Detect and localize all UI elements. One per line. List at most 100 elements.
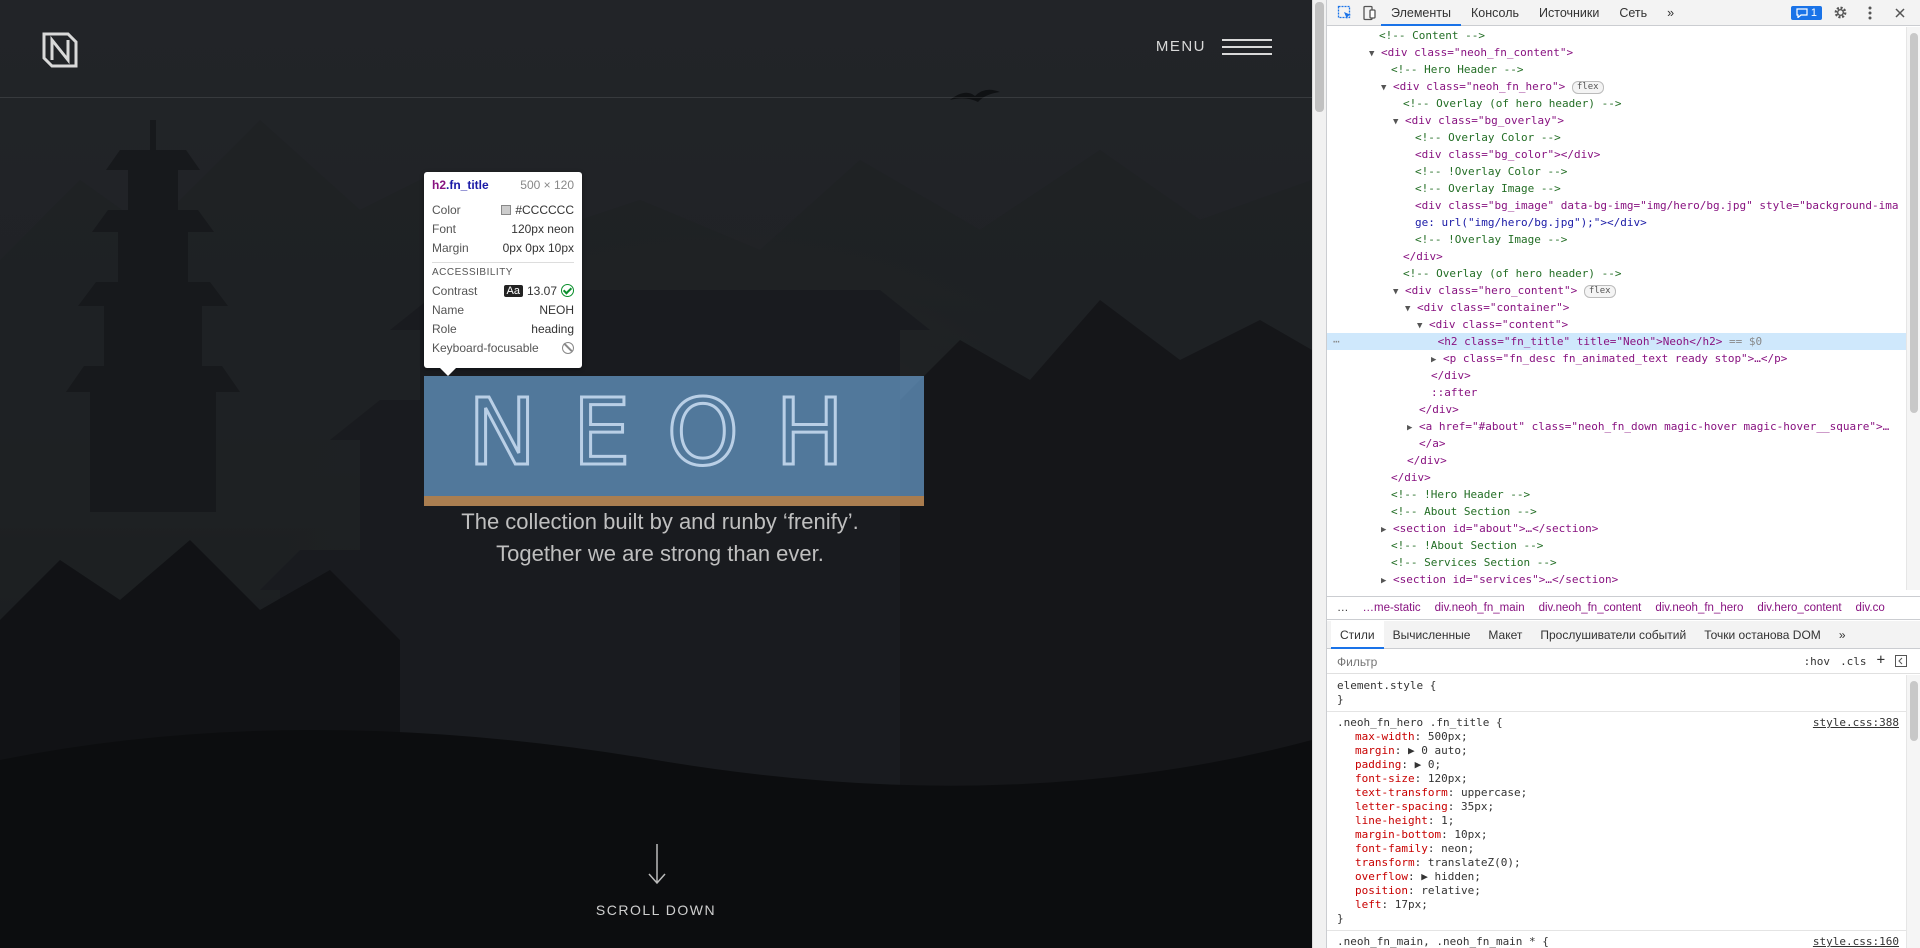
device-toolbar-icon[interactable]: [1357, 2, 1381, 24]
dom-line[interactable]: ::after: [1327, 384, 1907, 401]
breadcrumb-item[interactable]: div.neoh_fn_hero: [1655, 602, 1743, 614]
css-property[interactable]: letter-spacing: 35px;: [1327, 800, 1907, 814]
style-rule-selector[interactable]: .neoh_fn_hero .fn_title { style.css:388: [1327, 716, 1907, 730]
css-property[interactable]: left: 17px;: [1327, 898, 1907, 912]
settings-gear-icon[interactable]: [1828, 2, 1852, 24]
css-property[interactable]: text-transform: uppercase;: [1327, 786, 1907, 800]
tab-network[interactable]: Сеть: [1609, 0, 1657, 26]
inspect-highlight-margin: [424, 496, 924, 506]
dom-line[interactable]: <!-- !Overlay Color -->: [1327, 163, 1907, 180]
dom-line[interactable]: <!-- Overlay Color -->: [1327, 129, 1907, 146]
dom-line[interactable]: <!-- Hero Header -->: [1327, 61, 1907, 78]
dom-line[interactable]: </div>: [1327, 452, 1907, 469]
next-style-rule-selector[interactable]: .neoh_fn_main, .neoh_fn_main * { style.c…: [1327, 935, 1907, 948]
close-devtools-icon[interactable]: [1888, 2, 1912, 24]
more-tabs-button[interactable]: »: [1657, 0, 1684, 26]
tab-elements[interactable]: Элементы: [1381, 0, 1461, 26]
dom-line[interactable]: ▼ <div class="container">: [1327, 299, 1907, 316]
breadcrumb-item[interactable]: div.neoh_fn_content: [1539, 602, 1642, 614]
dom-line[interactable]: ▼ <div class="bg_overlay">: [1327, 112, 1907, 129]
scroll-down-arrow-icon[interactable]: [645, 842, 669, 886]
page-scrollbar[interactable]: [1312, 0, 1326, 948]
css-property[interactable]: margin: ▶ 0 auto;: [1327, 744, 1907, 758]
dom-line[interactable]: </div>: [1327, 248, 1907, 265]
css-property[interactable]: padding: ▶ 0;: [1327, 758, 1907, 772]
breadcrumb-more[interactable]: …: [1337, 602, 1349, 614]
css-property[interactable]: max-width: 500px;: [1327, 730, 1907, 744]
rule-close-brace: }: [1337, 693, 1344, 706]
dom-line-selected[interactable]: ⋯ <h2 class="fn_title" title="Neoh">Neoh<…: [1327, 333, 1907, 350]
dom-line[interactable]: <!-- !Hero Header -->: [1327, 486, 1907, 503]
styles-scrollbar[interactable]: [1906, 675, 1920, 948]
css-property[interactable]: font-family: neon;: [1327, 842, 1907, 856]
dom-line[interactable]: </a>: [1327, 435, 1907, 452]
cls-toggle[interactable]: .cls: [1840, 655, 1867, 668]
dom-tree[interactable]: <!-- Content --> ▼ <div class="neoh_fn_c…: [1327, 27, 1907, 590]
dom-line[interactable]: <!-- !About Section -->: [1327, 537, 1907, 554]
dom-line[interactable]: ▼ <div class="neoh_fn_content">: [1327, 44, 1907, 61]
subtab-styles[interactable]: Стили: [1331, 620, 1384, 649]
breadcrumb-item[interactable]: …me-static: [1363, 602, 1421, 614]
dom-line[interactable]: <!-- Services Section -->: [1327, 554, 1907, 571]
page-scrollbar-thumb[interactable]: [1315, 2, 1324, 112]
tab-sources[interactable]: Источники: [1529, 0, 1609, 26]
dom-line[interactable]: <!-- !Overlay Image -->: [1327, 231, 1907, 248]
toggle-sidebar-icon[interactable]: [1895, 655, 1907, 667]
scroll-down-link[interactable]: SCROLL DOWN: [560, 902, 752, 918]
more-subtabs-button[interactable]: »: [1830, 621, 1855, 649]
dom-line[interactable]: ▶ <p class="fn_desc fn_animated_text rea…: [1327, 350, 1907, 367]
breadcrumb-item[interactable]: div.neoh_fn_main: [1435, 602, 1525, 614]
dom-line[interactable]: ▶ <section id="about">…</section>: [1327, 520, 1907, 537]
dom-line[interactable]: ▼ <div class="content">: [1327, 316, 1907, 333]
dom-line[interactable]: ge: url("img/hero/bg.jpg");"></div>: [1327, 214, 1907, 231]
dom-line[interactable]: ▶ <section id="services">…</section>: [1327, 571, 1907, 588]
hov-toggle[interactable]: :hov: [1804, 655, 1831, 668]
breadcrumb-item[interactable]: div.co: [1856, 602, 1885, 614]
message-icon: [1796, 7, 1808, 18]
dom-line[interactable]: ▼ <div class="hero_content"> flex: [1327, 282, 1907, 299]
element-style-rule[interactable]: element.style {: [1327, 679, 1907, 693]
styles-filter-input[interactable]: [1337, 654, 1767, 669]
subtab-computed[interactable]: Вычисленные: [1384, 621, 1480, 649]
flex-badge[interactable]: flex: [1583, 285, 1616, 298]
dom-line[interactable]: </div>: [1327, 401, 1907, 418]
dom-line[interactable]: <!-- About Section -->: [1327, 503, 1907, 520]
styles-pane[interactable]: element.style { } .neoh_fn_hero .fn_titl…: [1327, 675, 1907, 948]
dom-scrollbar[interactable]: [1906, 27, 1920, 590]
dom-line[interactable]: ▼ <div class="neoh_fn_hero"> flex: [1327, 78, 1907, 95]
svg-text:NEOH: NEOH: [468, 386, 881, 486]
dom-line[interactable]: </div>: [1327, 367, 1907, 384]
tooltip-contrast-label: Contrast: [432, 283, 478, 298]
website-viewport: MENU NEOH The collection built by and ru…: [0, 0, 1312, 948]
menu-button[interactable]: MENU: [1156, 38, 1272, 55]
dom-line[interactable]: <!-- Overlay (of hero header) -->: [1327, 265, 1907, 282]
css-property[interactable]: line-height: 1;: [1327, 814, 1907, 828]
site-logo[interactable]: [40, 30, 80, 70]
subtab-layout[interactable]: Макет: [1479, 621, 1531, 649]
inspect-element-icon[interactable]: [1333, 2, 1357, 24]
tooltip-font-label: Font: [432, 221, 457, 236]
css-property[interactable]: margin-bottom: 10px;: [1327, 828, 1907, 842]
not-allowed-icon: [562, 341, 574, 354]
dom-line[interactable]: ▶ <a href="#about" class="neoh_fn_down m…: [1327, 418, 1907, 435]
subtab-dom-breakpoints[interactable]: Точки останова DOM: [1695, 621, 1830, 649]
next-style-source-link[interactable]: style.css:160: [1813, 935, 1899, 948]
issues-badge[interactable]: 1: [1790, 5, 1822, 20]
css-property[interactable]: font-size: 120px;: [1327, 772, 1907, 786]
flex-badge[interactable]: flex: [1571, 81, 1604, 94]
style-source-link[interactable]: style.css:388: [1813, 716, 1899, 730]
dom-line[interactable]: </div>: [1327, 469, 1907, 486]
dom-line[interactable]: <div class="bg_image" data-bg-img="img/h…: [1327, 197, 1907, 214]
dom-line[interactable]: <!-- Overlay (of hero header) -->: [1327, 95, 1907, 112]
css-property[interactable]: position: relative;: [1327, 884, 1907, 898]
subtab-event-listeners[interactable]: Прослушиватели событий: [1531, 621, 1695, 649]
more-options-icon[interactable]: [1858, 2, 1882, 24]
dom-line[interactable]: <!-- Overlay Image -->: [1327, 180, 1907, 197]
dom-line[interactable]: <!-- Content -->: [1327, 27, 1907, 44]
css-property[interactable]: transform: translateZ(0);: [1327, 856, 1907, 870]
tab-console[interactable]: Консоль: [1461, 0, 1529, 26]
add-style-rule-icon[interactable]: +: [1877, 653, 1885, 668]
dom-line[interactable]: <div class="bg_color"></div>: [1327, 146, 1907, 163]
breadcrumb-item[interactable]: div.hero_content: [1757, 602, 1841, 614]
css-property[interactable]: overflow: ▶ hidden;: [1327, 870, 1907, 884]
